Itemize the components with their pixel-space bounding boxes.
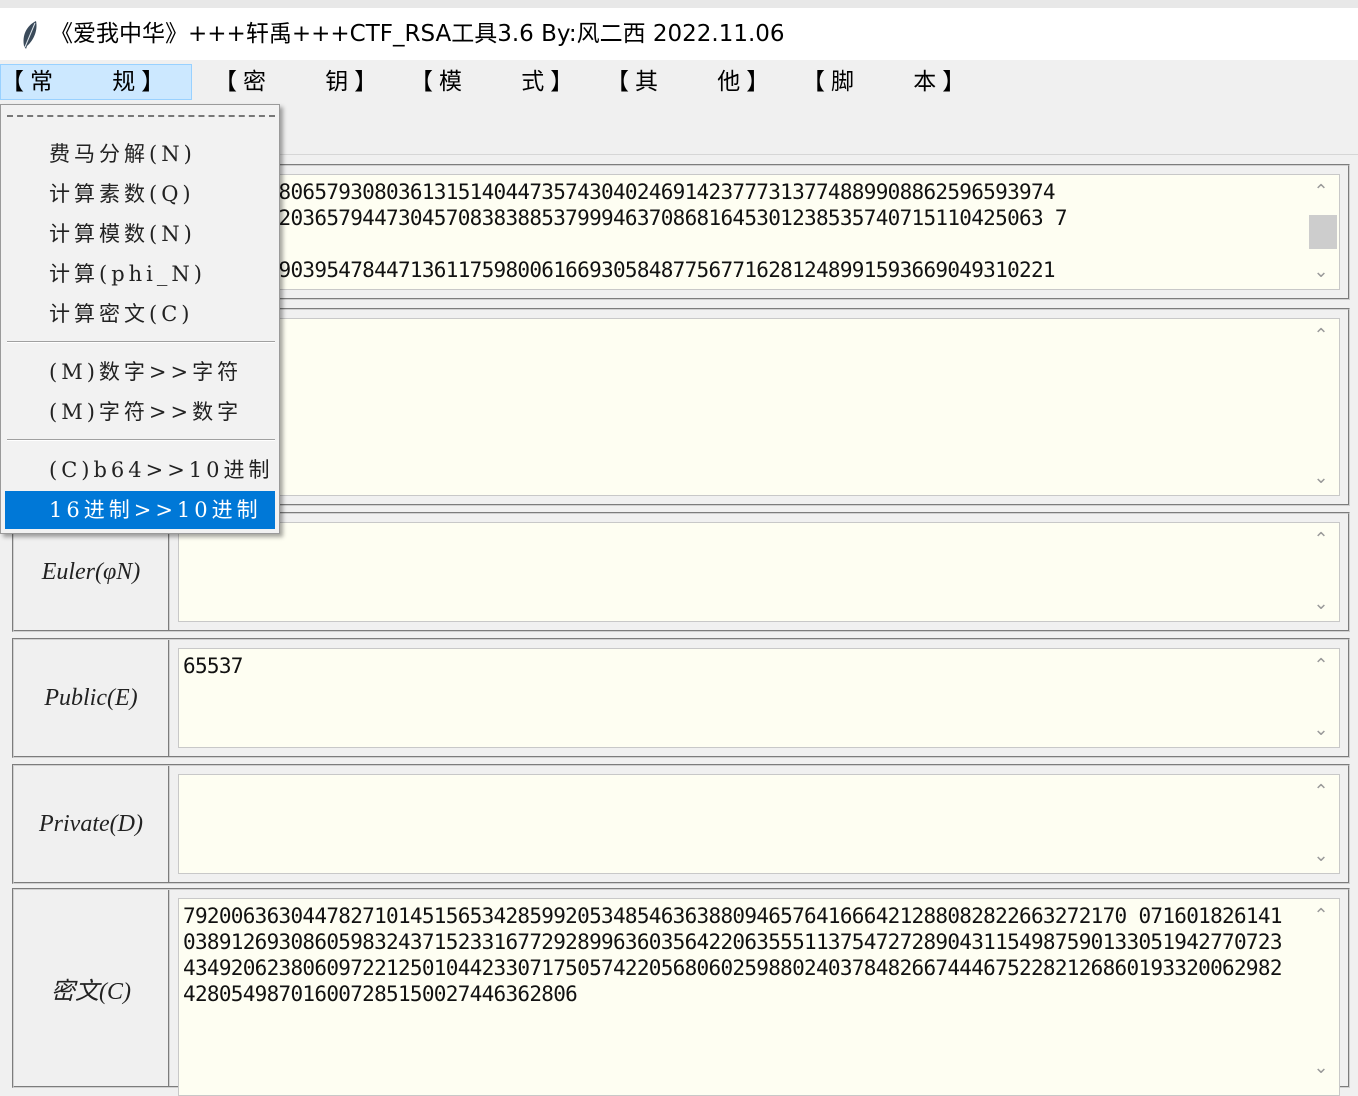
menu-item-calc-modulus[interactable]: 计算模数(N) bbox=[5, 215, 275, 253]
menu-separator bbox=[7, 439, 275, 441]
private-label: Private(D) bbox=[14, 766, 170, 882]
window-title: 《爱我中华》+++轩禹+++CTF_RSA工具3.6 By:风二西 2022.1… bbox=[50, 21, 785, 47]
general-dropdown-menu: 费马分解(N) 计算素数(Q) 计算模数(N) 计算(phi_N) 计算密文(C… bbox=[0, 104, 280, 534]
menu-item-fermat[interactable]: 费马分解(N) bbox=[5, 135, 275, 173]
row-public: Public(E) 65537 ⌃ ⌄ bbox=[12, 638, 1350, 758]
private-scrollbar[interactable]: ⌃ ⌄ bbox=[1303, 775, 1339, 873]
menu-general[interactable]: 【常 规】 bbox=[0, 64, 192, 100]
scroll-up-icon[interactable]: ⌃ bbox=[1303, 179, 1339, 205]
menu-item-num-to-char[interactable]: (M)数字>>字符 bbox=[5, 353, 275, 391]
scroll-down-icon[interactable]: ⌄ bbox=[1303, 465, 1339, 491]
modulus-field[interactable]: 0940699980657930803613151404473574304024… bbox=[178, 174, 1340, 290]
public-field[interactable]: 65537 ⌃ ⌄ bbox=[178, 648, 1340, 748]
menu-key[interactable]: 【密 钥】 bbox=[214, 64, 384, 100]
menu-other[interactable]: 【其 他】 bbox=[606, 64, 776, 100]
scroll-up-icon[interactable]: ⌃ bbox=[1303, 903, 1339, 929]
ciphertext-value: 7920063630447827101451565342859920534854… bbox=[183, 904, 1282, 1006]
menu-item-calc-cipher[interactable]: 计算密文(C) bbox=[5, 295, 275, 333]
menu-bar: 【常 规】 【密 钥】 【模 式】 【其 他】 【脚 本】 bbox=[0, 64, 1358, 102]
browser-bookmarks-strip-partial bbox=[0, 0, 1358, 8]
scroll-down-icon[interactable]: ⌄ bbox=[1303, 591, 1339, 617]
euler-value bbox=[183, 527, 1293, 617]
scroll-thumb[interactable] bbox=[1309, 215, 1337, 249]
menu-tearoff-line[interactable] bbox=[7, 115, 275, 117]
ciphertext-scrollbar[interactable]: ⌃ ⌄ bbox=[1303, 899, 1339, 1095]
menu-item-b64-to-dec[interactable]: (C)b64>>10进制 bbox=[5, 451, 275, 489]
menu-script[interactable]: 【脚 本】 bbox=[802, 64, 972, 100]
scroll-up-icon[interactable]: ⌃ bbox=[1303, 527, 1339, 553]
row-ciphertext: 密文(C) 7920063630447827101451565342859920… bbox=[12, 888, 1350, 1096]
prime-scrollbar[interactable]: ⌃ ⌄ bbox=[1303, 319, 1339, 495]
euler-field[interactable]: ⌃ ⌄ bbox=[178, 522, 1340, 622]
scroll-up-icon[interactable]: ⌃ bbox=[1303, 653, 1339, 679]
menu-mode[interactable]: 【模 式】 bbox=[410, 64, 580, 100]
scroll-down-icon[interactable]: ⌄ bbox=[1303, 717, 1339, 743]
menu-separator bbox=[7, 341, 275, 343]
modulus-scrollbar[interactable]: ⌃ ⌄ bbox=[1303, 175, 1339, 289]
prime-field[interactable]: ⌃ ⌄ bbox=[178, 318, 1340, 496]
scroll-down-icon[interactable]: ⌄ bbox=[1303, 1055, 1339, 1081]
title-bar: 《爱我中华》+++轩禹+++CTF_RSA工具3.6 By:风二西 2022.1… bbox=[0, 8, 1358, 60]
scroll-down-icon[interactable]: ⌄ bbox=[1303, 843, 1339, 869]
private-field[interactable]: ⌃ ⌄ bbox=[178, 774, 1340, 874]
public-value: 65537 bbox=[183, 654, 243, 678]
public-scrollbar[interactable]: ⌃ ⌄ bbox=[1303, 649, 1339, 747]
ciphertext-label: 密文(C) bbox=[14, 890, 170, 1086]
public-label: Public(E) bbox=[14, 640, 170, 756]
menu-item-char-to-num[interactable]: (M)字符>>数字 bbox=[5, 393, 275, 431]
scroll-up-icon[interactable]: ⌃ bbox=[1303, 779, 1339, 805]
menu-item-calc-phi[interactable]: 计算(phi_N) bbox=[5, 255, 275, 293]
modulus-value: 0940699980657930803613151404473574304024… bbox=[183, 180, 1067, 282]
scroll-up-icon[interactable]: ⌃ bbox=[1303, 323, 1339, 349]
private-value bbox=[183, 779, 1293, 869]
menu-item-calc-prime[interactable]: 计算素数(Q) bbox=[5, 175, 275, 213]
prime-value bbox=[183, 323, 1293, 491]
euler-scrollbar[interactable]: ⌃ ⌄ bbox=[1303, 523, 1339, 621]
scroll-down-icon[interactable]: ⌄ bbox=[1303, 259, 1339, 285]
row-private: Private(D) ⌃ ⌄ bbox=[12, 764, 1350, 884]
menu-item-hex-to-dec[interactable]: 16进制>>10进制 bbox=[5, 491, 275, 529]
feather-icon bbox=[23, 21, 37, 49]
ciphertext-field[interactable]: 7920063630447827101451565342859920534854… bbox=[178, 898, 1340, 1096]
